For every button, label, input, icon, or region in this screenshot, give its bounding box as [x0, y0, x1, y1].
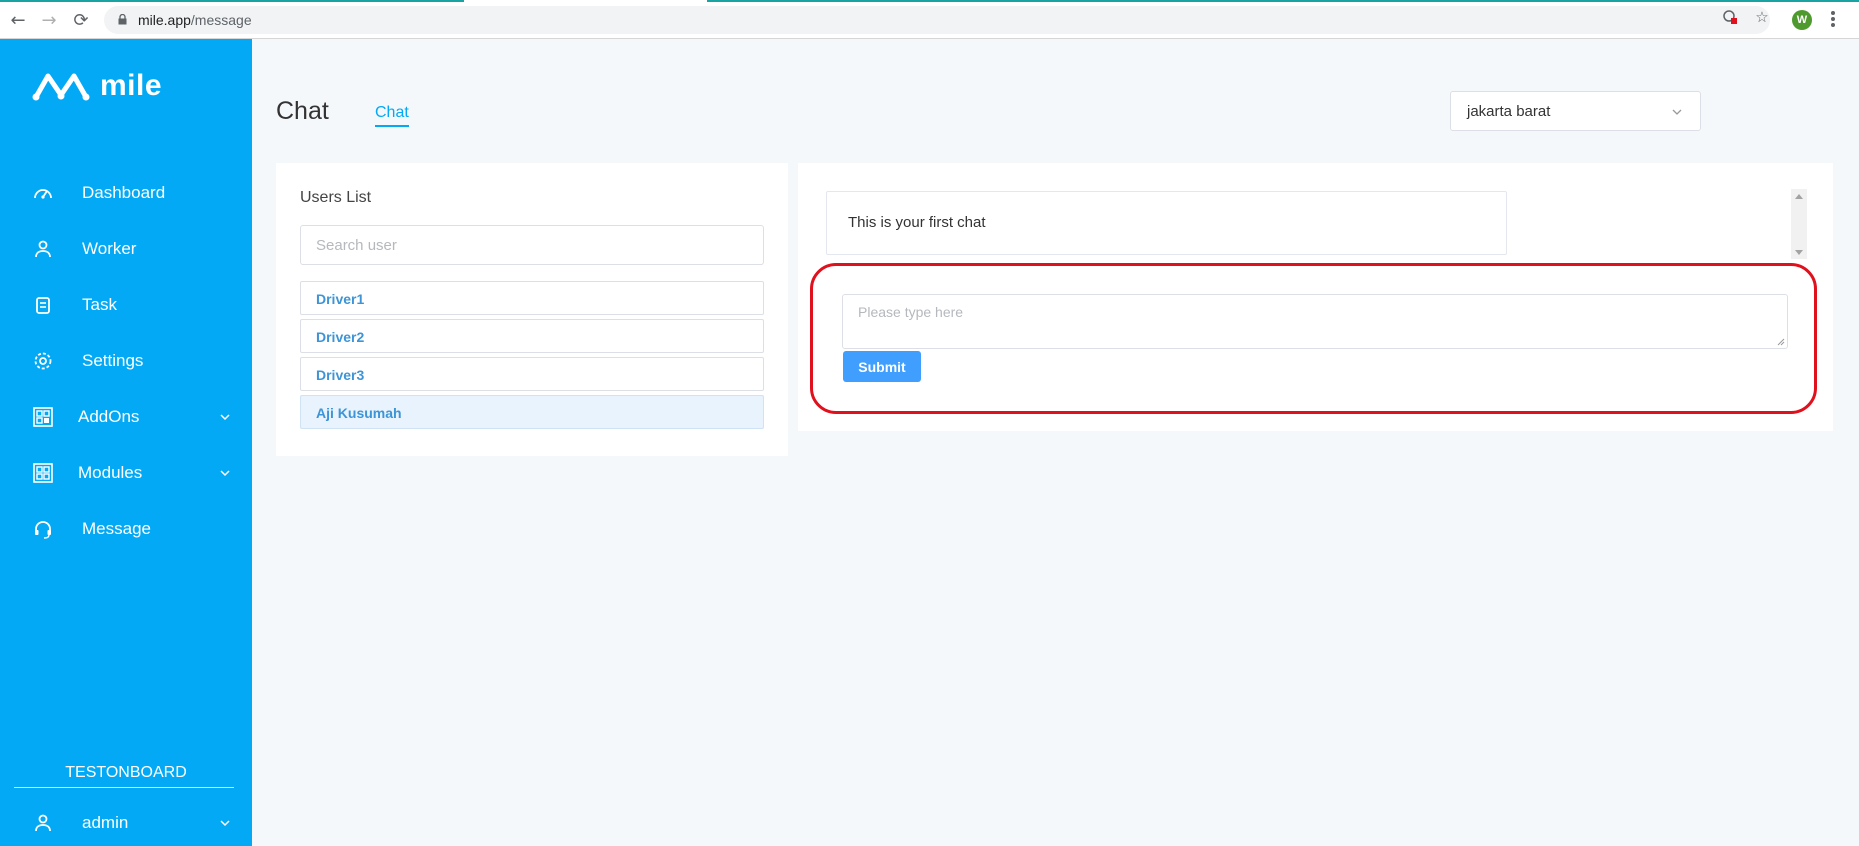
- user-menu[interactable]: admin: [0, 803, 252, 843]
- chat-message: This is your first chat: [826, 191, 1507, 255]
- lock-icon: [118, 14, 127, 25]
- headset-icon: [35, 521, 51, 539]
- message-field[interactable]: [842, 294, 1788, 349]
- organization-name: TESTONBOARD: [65, 764, 187, 781]
- search-user-input[interactable]: [301, 226, 763, 264]
- sidebar-item-label: Settings: [82, 351, 144, 370]
- url-text: mile.app/message: [138, 12, 252, 28]
- message-history[interactable]: This is your first chat: [826, 191, 1806, 255]
- blocked-content-icon[interactable]: [1721, 8, 1739, 26]
- sidebar-item-label: Modules: [78, 463, 143, 482]
- sidebar-item-message[interactable]: Message: [0, 509, 252, 549]
- tab-chat[interactable]: Chat: [375, 104, 409, 127]
- user-name: admin: [82, 813, 129, 832]
- message-input[interactable]: [843, 295, 1787, 348]
- user-list-item[interactable]: Driver2: [300, 319, 764, 353]
- sidebar-item-worker[interactable]: Worker: [0, 229, 252, 269]
- chevron-down-icon: [220, 820, 230, 827]
- user-icon: [35, 814, 51, 832]
- sidebar-item-label: Message: [82, 519, 151, 538]
- users-list-title: Users List: [300, 189, 372, 206]
- address-bar[interactable]: mile.app/message: [104, 6, 1770, 34]
- reload-icon[interactable]: ⟳: [70, 9, 92, 31]
- user-icon: [35, 240, 51, 258]
- resize-grip-icon[interactable]: [1777, 338, 1785, 346]
- sidebar-item-task[interactable]: Task: [0, 285, 252, 325]
- scroll-down-arrow-icon[interactable]: [1795, 250, 1803, 255]
- scroll-up-arrow-icon[interactable]: [1795, 194, 1803, 199]
- modules-grid-icon: [33, 463, 53, 483]
- sidebar-item-label: Task: [82, 295, 117, 314]
- sidebar-item-modules[interactable]: Modules: [0, 453, 252, 493]
- sidebar-item-dashboard[interactable]: Dashboard: [0, 173, 252, 213]
- mile-logo-icon: [32, 73, 90, 101]
- clipboard-icon: [36, 297, 50, 314]
- chat-message-text: This is your first chat: [848, 214, 986, 231]
- addons-grid-icon: [33, 407, 53, 427]
- browser-menu-icon[interactable]: [1830, 11, 1836, 29]
- page-title: Chat: [276, 97, 329, 125]
- sidebar-item-addons[interactable]: AddOns: [0, 397, 252, 437]
- chevron-down-icon: [1672, 109, 1682, 115]
- brand-logo[interactable]: mile: [32, 69, 162, 103]
- brand-name: mile: [100, 69, 163, 102]
- sidebar: mile Dashboard Worker Task Settings AddO…: [0, 39, 252, 846]
- speedometer-icon: [34, 189, 52, 199]
- chevron-down-icon: [220, 414, 230, 421]
- gear-icon: [34, 352, 52, 370]
- browser-toolbar: ← → ⟳ mile.app/message ☆ W: [0, 0, 1859, 39]
- sidebar-item-label: AddOns: [78, 407, 140, 426]
- submit-button[interactable]: Submit: [843, 351, 921, 382]
- user-list-item-selected[interactable]: Aji Kusumah: [300, 395, 764, 429]
- loading-bar: [0, 0, 1859, 2]
- back-arrow-icon[interactable]: ←: [7, 9, 29, 31]
- sidebar-item-label: Worker: [82, 239, 137, 258]
- user-list-item[interactable]: Driver1: [300, 281, 764, 315]
- search-user-field[interactable]: [300, 225, 764, 265]
- bookmark-star-icon[interactable]: ☆: [1753, 8, 1771, 26]
- message-scrollbar[interactable]: [1791, 189, 1807, 259]
- sidebar-item-label: Dashboard: [82, 183, 166, 202]
- chevron-down-icon: [220, 470, 230, 477]
- forward-arrow-icon[interactable]: →: [38, 9, 60, 31]
- city-select[interactable]: jakarta barat: [1450, 91, 1701, 131]
- user-list-item[interactable]: Driver3: [300, 357, 764, 391]
- city-select-value: jakarta barat: [1467, 103, 1551, 120]
- divider: [14, 787, 234, 788]
- users-list-panel: Users List Driver1 Driver2 Driver3 Aji K…: [276, 163, 788, 456]
- sidebar-item-settings[interactable]: Settings: [0, 341, 252, 381]
- profile-avatar[interactable]: W: [1792, 10, 1812, 30]
